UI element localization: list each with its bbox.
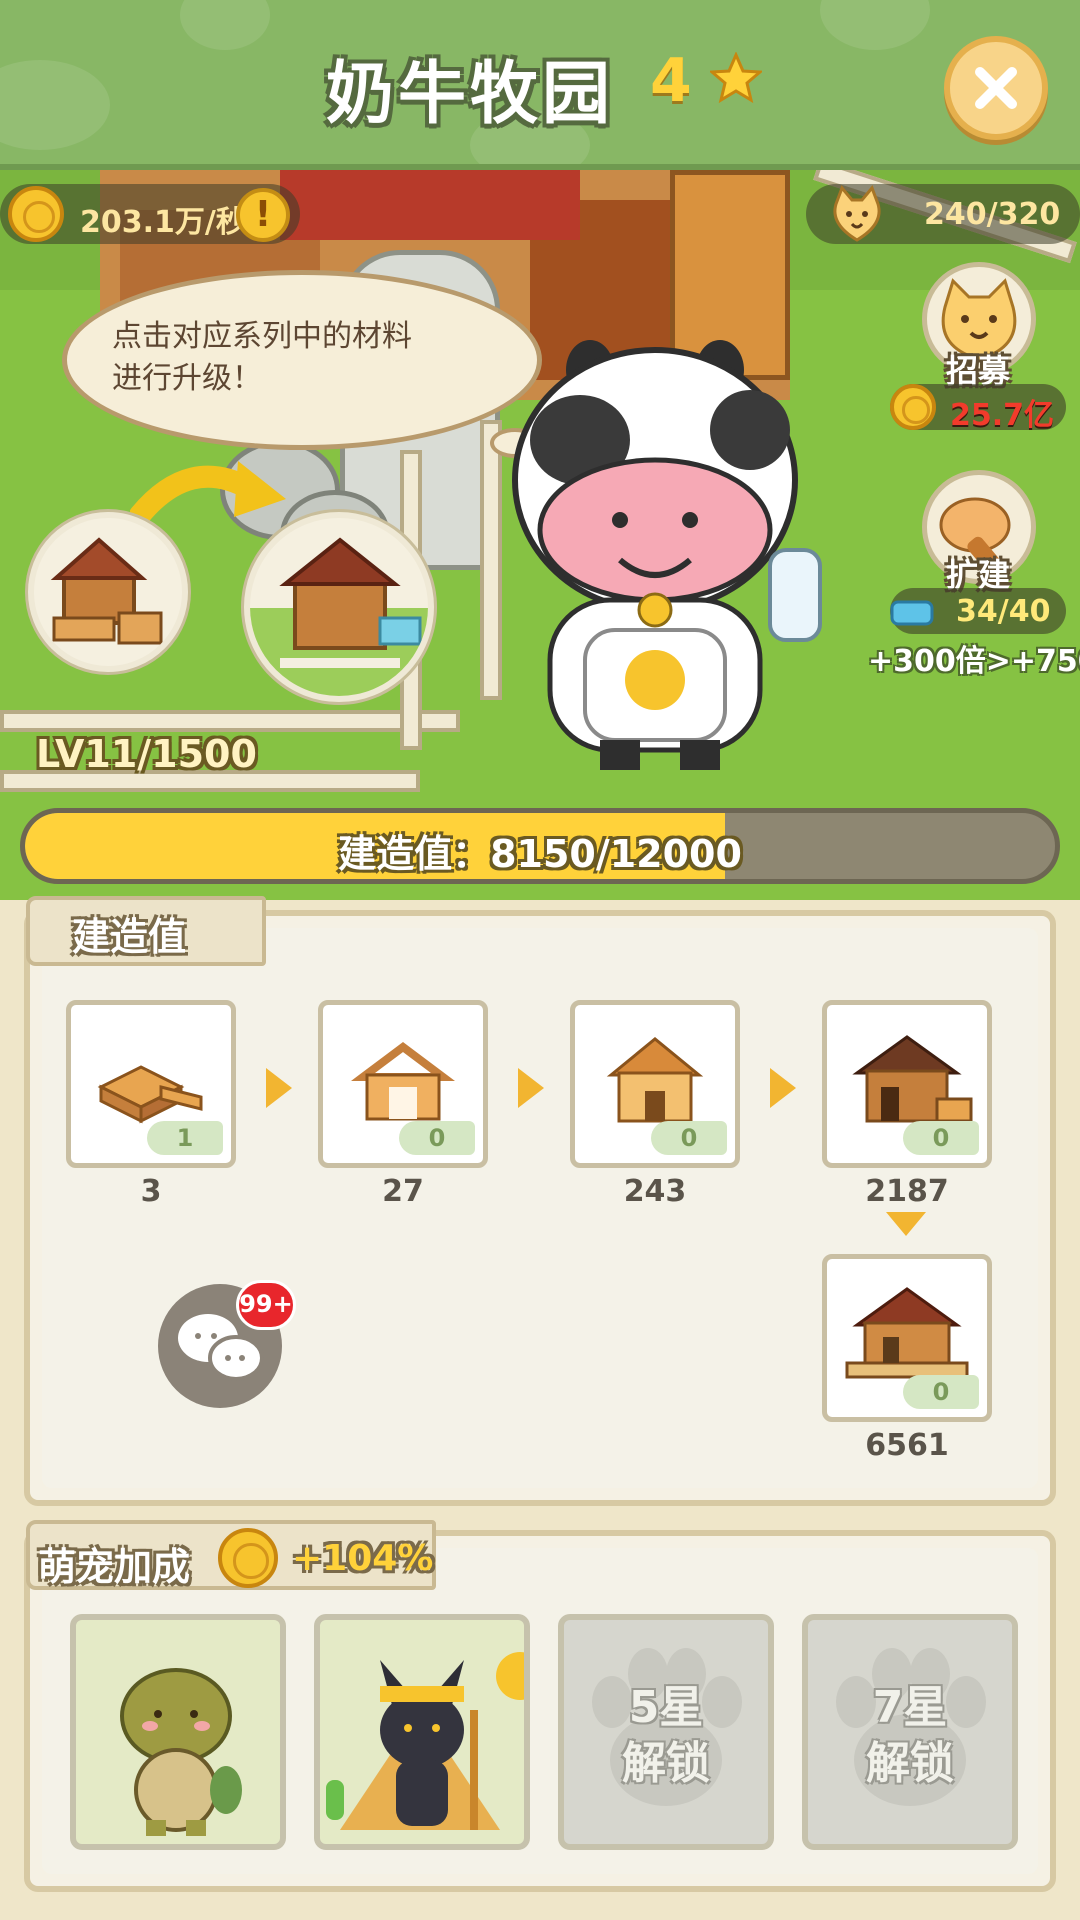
hut-icon xyxy=(606,1037,704,1123)
recruit-cost: 25.7亿 xyxy=(950,398,1055,433)
material-cost: 6561 xyxy=(865,1428,949,1463)
coin-icon xyxy=(890,384,936,430)
pet-bonus: +104% xyxy=(292,1538,434,1579)
star-icon xyxy=(710,52,762,104)
material-count: 1 xyxy=(147,1121,223,1155)
star-count: 4 xyxy=(650,46,692,116)
material-count: 0 xyxy=(903,1121,979,1155)
lock-line-1: 5星 xyxy=(628,1682,704,1733)
expand-multiplier: +300倍>+750倍 xyxy=(868,644,1080,679)
pet-slot-locked-7-star[interactable]: 7星 解锁 xyxy=(802,1614,1018,1850)
material-slot-planks[interactable]: 1 xyxy=(66,1000,236,1168)
material-count: 0 xyxy=(903,1375,979,1409)
hint-line-2: 进行升级！ xyxy=(112,361,262,396)
close-icon xyxy=(975,67,1017,109)
frame-icon xyxy=(351,1042,455,1121)
anubis-cat-icon xyxy=(326,1652,544,1830)
arrow-right-icon xyxy=(266,1068,292,1108)
turtle-icon xyxy=(120,1668,242,1836)
planks-icon xyxy=(97,1065,203,1124)
lock-line-2: 解锁 xyxy=(622,1738,710,1789)
material-slot-cabin[interactable]: 0 xyxy=(822,1000,992,1168)
arrow-down-icon xyxy=(886,1212,926,1236)
cat-face-icon xyxy=(833,185,881,242)
material-cost: 2187 xyxy=(865,1174,949,1209)
close-button[interactable] xyxy=(944,36,1048,140)
lock-line-1: 7星 xyxy=(872,1682,948,1733)
expand-progress: 34/40 xyxy=(956,594,1051,629)
cow-mascot xyxy=(512,340,822,770)
cabin-icon xyxy=(852,1035,973,1123)
level-text: LV11/1500 xyxy=(36,732,257,776)
cat-capacity-text: 240/320 xyxy=(924,197,1061,232)
shovel-icon xyxy=(890,600,934,626)
lock-text: 5星 解锁 xyxy=(564,1680,768,1792)
build-tab-label: 建造值 xyxy=(72,915,187,959)
material-cost: 27 xyxy=(382,1174,424,1209)
upgrade-arrow-icon xyxy=(130,461,286,526)
warning-button[interactable]: ! xyxy=(236,188,290,242)
lock-line-2: 解锁 xyxy=(866,1738,954,1789)
hint-text: 点击对应系列中的材料 进行升级！ xyxy=(112,316,512,400)
page-title: 奶牛牧园 xyxy=(325,55,614,134)
hint-line-1: 点击对应系列中的材料 xyxy=(112,319,412,354)
material-cost: 243 xyxy=(623,1174,687,1209)
build-progress-text: 建造值：8150/12000 xyxy=(338,832,742,876)
pet-slot-turtle[interactable] xyxy=(70,1614,286,1850)
material-slot-hut[interactable]: 0 xyxy=(570,1000,740,1168)
lock-text: 7星 解锁 xyxy=(808,1680,1012,1792)
header-bar: 奶牛牧园 4 xyxy=(0,0,1080,170)
workshop-icon xyxy=(845,1287,969,1379)
coin-icon xyxy=(218,1528,278,1588)
coin-icon xyxy=(8,186,64,242)
coin-rate-text: 203.1万/秒 xyxy=(80,205,246,240)
barn-roof xyxy=(280,170,580,240)
build-progress-bar: 建造值：8150/12000 xyxy=(20,808,1060,884)
chat-badge: 99+ xyxy=(236,1280,296,1330)
material-count: 0 xyxy=(399,1121,475,1155)
pet-slot-locked-5-star[interactable]: 5星 解锁 xyxy=(558,1614,774,1850)
material-cost: 3 xyxy=(140,1174,162,1209)
material-slot-workshop[interactable]: 0 xyxy=(822,1254,992,1422)
current-building-image xyxy=(28,512,188,672)
fence xyxy=(0,710,460,732)
material-slot-frame[interactable]: 0 xyxy=(318,1000,488,1168)
next-building-image xyxy=(244,512,434,702)
arrow-right-icon xyxy=(770,1068,796,1108)
arrow-right-icon xyxy=(518,1068,544,1108)
material-count: 0 xyxy=(651,1121,727,1155)
pet-slot-anubis-cat[interactable] xyxy=(314,1614,544,1850)
pet-tab-label: 萌宠加成 xyxy=(38,1545,191,1589)
